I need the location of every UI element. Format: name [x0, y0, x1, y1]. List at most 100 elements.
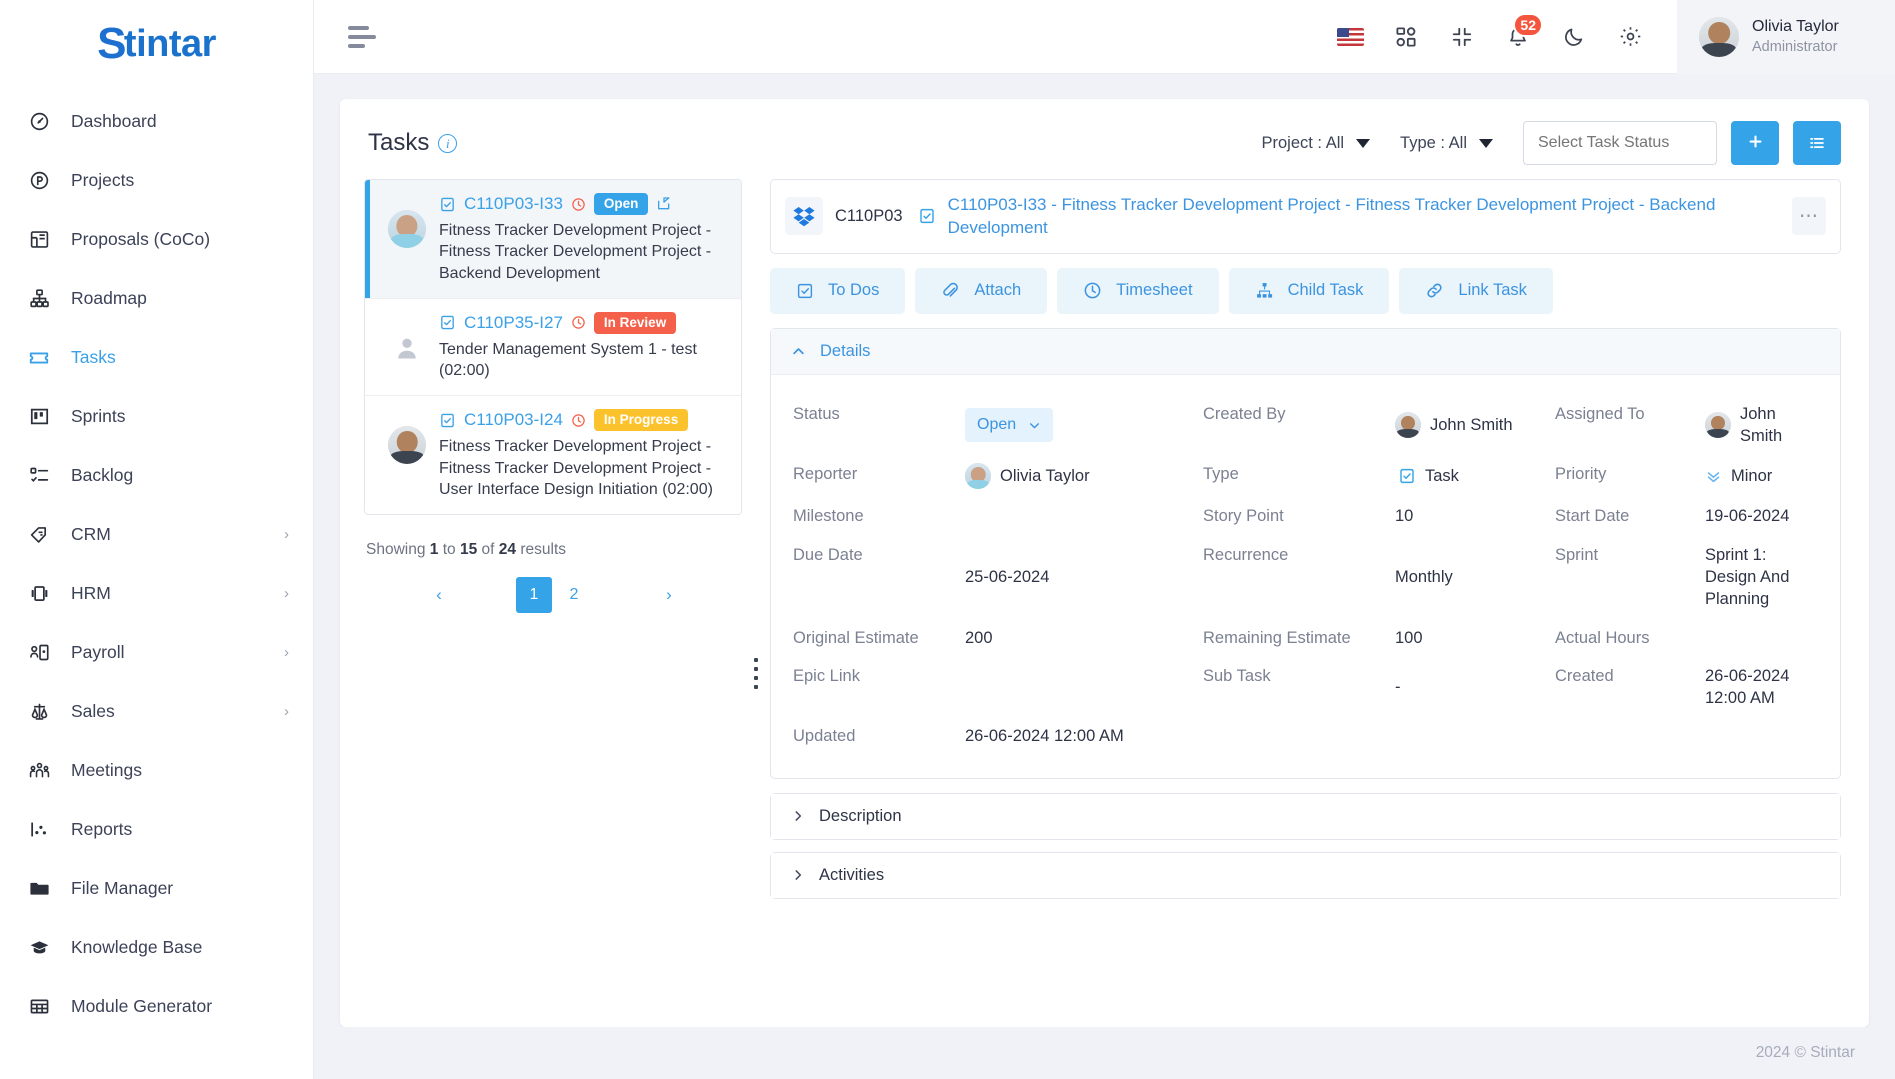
hamburger-icon[interactable] [348, 22, 382, 52]
task-key[interactable]: C110P03-I24 [464, 410, 563, 430]
chevron-down-icon [1356, 138, 1371, 148]
list-view-button[interactable] [1793, 121, 1841, 165]
clock-icon [571, 315, 586, 330]
user-profile-menu[interactable]: Olivia Taylor Administrator [1677, 0, 1895, 74]
reporter-name: Olivia Taylor [1000, 467, 1090, 486]
sidebar-item-meetings[interactable]: Meetings [0, 741, 313, 800]
user-name: Olivia Taylor [1752, 17, 1839, 35]
chevron-down-icon [1479, 138, 1493, 148]
action-label: Timesheet [1116, 281, 1193, 300]
sidebar-item-proposals[interactable]: Proposals (CoCo) [0, 210, 313, 269]
field-label-recurrence: Recurrence [1203, 545, 1289, 564]
app-root: Stintar Dashboard Projects Proposals (Co… [0, 0, 1895, 1079]
compress-icon[interactable] [1447, 22, 1477, 52]
created-by-name: John Smith [1430, 416, 1513, 435]
tasks-card-header: Tasks i Project : All Type : All [340, 99, 1869, 179]
attach-button[interactable]: Attach [915, 267, 1048, 314]
task-more-options-button[interactable]: ⋯ [1792, 197, 1826, 236]
top-bar: 52 Olivia Taylor Administrator [314, 0, 1895, 74]
split-resize-handle[interactable] [742, 179, 770, 1027]
logo-wordmark: tintar [123, 22, 217, 65]
folder-icon [26, 878, 52, 900]
layout-icon [26, 229, 52, 251]
info-icon[interactable]: i [438, 133, 458, 153]
moon-icon[interactable] [1559, 22, 1589, 52]
field-label-type: Type [1203, 465, 1239, 484]
external-link-icon[interactable] [656, 196, 672, 212]
avatar [965, 463, 991, 490]
task-list: C110P03-I33 Open Fitness Tracker Develop… [364, 179, 742, 516]
task-key[interactable]: C110P03-I33 [464, 194, 563, 214]
child-task-button[interactable]: Child Task [1228, 267, 1390, 314]
showing-from: 1 [429, 541, 439, 559]
sidebar-item-sprints[interactable]: Sprints [0, 387, 313, 446]
sidebar-item-payroll[interactable]: Payroll › [0, 623, 313, 682]
pagination-page-2[interactable]: 2 [556, 577, 592, 613]
task-key[interactable]: C110P35-I27 [464, 313, 563, 333]
sidebar-item-sales[interactable]: Sales › [0, 682, 313, 741]
status-dropdown[interactable]: Open [965, 408, 1054, 442]
showing-mid: to [442, 541, 456, 559]
task-clipboard-icon [439, 314, 456, 331]
field-label-actual-hours: Actual Hours [1555, 628, 1650, 647]
people-icon [26, 760, 52, 782]
link-task-button[interactable]: Link Task [1399, 267, 1553, 314]
description-panel-header[interactable]: Description [771, 793, 1840, 839]
assigned-to-name: John Smith [1740, 404, 1783, 446]
filter-project[interactable]: Project : All [1262, 134, 1371, 153]
sidebar-item-tasks[interactable]: Tasks [0, 328, 313, 387]
pagination-prev[interactable]: ‹ [366, 577, 512, 613]
activities-panel: Activities [770, 851, 1841, 899]
task-clipboard-icon [439, 412, 456, 429]
page-title-text: Tasks [368, 129, 430, 156]
sidebar-item-dashboard[interactable]: Dashboard [0, 92, 313, 151]
sidebar-item-file-manager[interactable]: File Manager [0, 859, 313, 918]
ticket-icon [26, 347, 52, 369]
field-value-due-date: 25-06-2024 [965, 567, 1050, 586]
field-value-recurrence: Monthly [1395, 567, 1453, 586]
gear-icon[interactable] [1615, 22, 1645, 52]
task-list-item[interactable]: C110P35-I27 In Review Tender Management … [365, 299, 741, 397]
field-value-updated: 26-06-2024 12:00 AM [965, 727, 1124, 746]
sidebar-item-backlog[interactable]: Backlog [0, 446, 313, 505]
apps-grid-icon[interactable] [1391, 22, 1421, 52]
task-action-buttons: To Dos Attach Timesheet Child Task Link … [770, 267, 1841, 314]
chevron-right-icon [791, 868, 805, 882]
status-badge: In Review [593, 311, 677, 334]
sidebar-item-crm[interactable]: CRM › [0, 505, 313, 564]
sidebar-item-module-generator[interactable]: Module Generator [0, 977, 313, 1036]
todos-button[interactable]: To Dos [770, 267, 906, 314]
us-flag-icon[interactable] [1335, 22, 1365, 52]
task-status-input[interactable] [1523, 121, 1717, 165]
add-task-button[interactable] [1731, 121, 1779, 165]
pagination-page-1[interactable]: 1 [516, 577, 552, 614]
sidebar-item-roadmap[interactable]: Roadmap [0, 269, 313, 328]
grid-table-icon [26, 996, 52, 1018]
app-logo[interactable]: Stintar [0, 0, 313, 88]
dropbox-icon [785, 197, 823, 236]
field-value-epic-link [965, 657, 1203, 718]
task-detail-title[interactable]: C110P03-I33 - Fitness Tracker Developmen… [948, 193, 1780, 240]
bell-icon[interactable]: 52 [1503, 12, 1543, 52]
activities-panel-header[interactable]: Activities [771, 852, 1840, 898]
timesheet-button[interactable]: Timesheet [1057, 267, 1219, 314]
sidebar-item-reports[interactable]: Reports [0, 800, 313, 859]
sidebar-item-knowledge-base[interactable]: Knowledge Base [0, 918, 313, 977]
pagination-next[interactable]: › [596, 577, 742, 613]
avatar [388, 426, 426, 465]
task-list-item[interactable]: C110P03-I33 Open Fitness Tracker Develop… [365, 180, 741, 299]
grid-filler [1555, 717, 1705, 755]
task-list-item[interactable]: C110P03-I24 In Progress Fitness Tracker … [365, 396, 741, 514]
sidebar: Stintar Dashboard Projects Proposals (Co… [0, 0, 314, 1079]
sidebar-item-hrm[interactable]: HRM › [0, 564, 313, 623]
sidebar-item-projects[interactable]: Projects [0, 151, 313, 210]
filter-type[interactable]: Type : All [1400, 134, 1493, 153]
drag-dots-icon [754, 657, 758, 689]
showing-total: 24 [498, 541, 517, 559]
field-label-original-estimate: Original Estimate [793, 628, 919, 647]
project-key[interactable]: C110P03 [835, 207, 903, 226]
details-panel-header[interactable]: Details [771, 328, 1840, 375]
sidebar-item-label: CRM [71, 524, 111, 544]
priority-value: Minor [1731, 467, 1773, 486]
chevron-right-icon: › [284, 703, 289, 720]
